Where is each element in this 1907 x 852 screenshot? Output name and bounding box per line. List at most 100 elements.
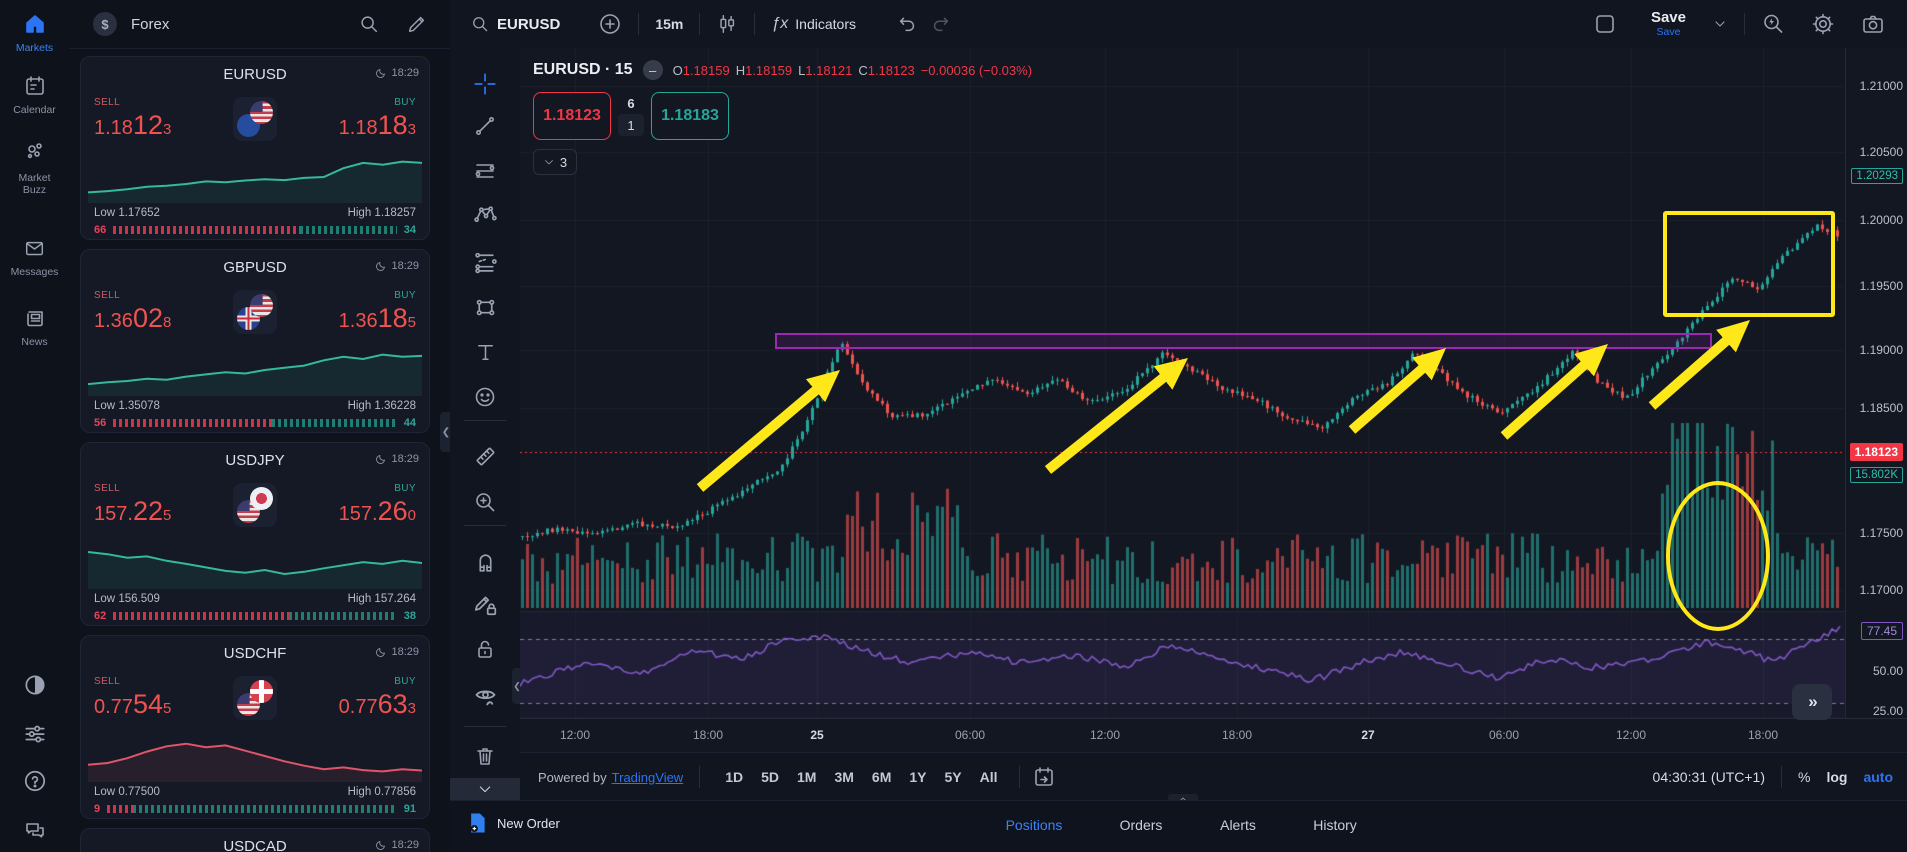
tool-forecast[interactable]: [450, 245, 520, 277]
chart-settings-button[interactable]: [1805, 8, 1841, 40]
tool-fib-retracement[interactable]: [450, 155, 520, 187]
candle-style-button[interactable]: [710, 9, 744, 39]
sidebar-item-market-buzz[interactable]: Market Buzz: [0, 140, 69, 196]
price-axis[interactable]: 1.21000 1.20500 1.20293 1.20000 1.19500 1.190…: [1845, 48, 1907, 752]
sell-quote-button[interactable]: SELL 1.18123: [94, 97, 171, 141]
add-symbol-button[interactable]: [592, 8, 628, 40]
tab-alerts[interactable]: Alerts: [1220, 817, 1256, 833]
percent-scale-button[interactable]: %: [1798, 769, 1810, 785]
sidebar-item-label: Markets: [15, 42, 54, 54]
resistance-zone-drawing[interactable]: [775, 333, 1712, 349]
tool-text[interactable]: [450, 336, 520, 368]
preferences-button[interactable]: [0, 720, 69, 749]
tool-magnet[interactable]: [450, 546, 520, 578]
candlestick-chart-canvas[interactable]: [520, 48, 1845, 718]
range-button[interactable]: 5D: [761, 769, 779, 785]
session-time: 18:29: [375, 839, 419, 851]
log-scale-button[interactable]: log: [1826, 769, 1847, 785]
help-button[interactable]: [0, 768, 69, 797]
time-axis[interactable]: 12:00 18:00 25 06:00 12:00 18:00 27 06:00 12:00 1…: [520, 718, 1907, 753]
range-button[interactable]: 5Y: [945, 769, 962, 785]
time-axis-label: 18:00: [692, 728, 724, 742]
new-order-button[interactable]: New Order: [468, 811, 560, 835]
moon-icon: [376, 841, 386, 850]
toolbar-scroll-down-button[interactable]: [450, 778, 520, 800]
redo-button[interactable]: [924, 9, 958, 39]
tool-crosshair[interactable]: [450, 68, 520, 100]
symbol-search-button[interactable]: EURUSD: [464, 10, 566, 38]
watchlist-card[interactable]: USDCAD 18:29: [80, 828, 430, 852]
watchlist-card[interactable]: USDCHF 18:29 SELL 0.77545 BUY 0.77633 Low …: [80, 635, 430, 819]
auto-scale-button[interactable]: auto: [1863, 769, 1893, 785]
tab-orders[interactable]: Orders: [1120, 817, 1163, 833]
chevron-down-icon: [479, 786, 491, 793]
tradingview-link[interactable]: TradingView: [612, 770, 684, 785]
range-button[interactable]: 1Y: [909, 769, 926, 785]
tab-history[interactable]: History: [1313, 817, 1357, 833]
sidebar-item-markets[interactable]: Markets: [0, 12, 69, 54]
sell-quote-button[interactable]: SELL 0.77545: [94, 676, 171, 720]
undo-button[interactable]: [890, 9, 924, 39]
sentiment-bar: 9 91: [94, 803, 416, 815]
tool-remove-all[interactable]: [450, 740, 520, 772]
quick-search-button[interactable]: [1755, 8, 1791, 40]
volume-circle-drawing[interactable]: [1666, 481, 1770, 631]
edit-icon[interactable]: [406, 13, 428, 35]
breakout-rectangle-drawing[interactable]: [1663, 211, 1835, 317]
range-button[interactable]: All: [980, 769, 998, 785]
range-button[interactable]: 3M: [834, 769, 853, 785]
indicators-button[interactable]: ƒx Indicators: [765, 11, 862, 37]
tool-zoom-in[interactable]: [450, 486, 520, 518]
search-icon[interactable]: [358, 13, 380, 35]
tab-positions[interactable]: Positions: [1006, 817, 1063, 833]
tool-hide-all[interactable]: [450, 680, 520, 712]
price-axis-label: 1.18500: [1859, 401, 1903, 415]
timeframe-button[interactable]: 15m: [649, 12, 689, 36]
watchlist-panel: $ Forex EURUSD 18:29 SELL 1.18123 BUY 1.18…: [69, 0, 451, 852]
tool-xabcd-pattern[interactable]: [450, 199, 520, 231]
watchlist-card[interactable]: GBPUSD 18:29 SELL 1.36028 BUY 1.36185 Low …: [80, 249, 430, 433]
snapshot-button[interactable]: [1855, 8, 1891, 40]
buy-quote-button[interactable]: BUY 0.77633: [339, 676, 416, 720]
save-menu-button[interactable]: [1706, 12, 1734, 36]
watchlist-card[interactable]: USDJPY 18:29 SELL 157.225 BUY 157.260 Low …: [80, 442, 430, 626]
theme-toggle-button[interactable]: [0, 672, 69, 701]
range-button[interactable]: 1M: [797, 769, 816, 785]
camera-icon: [1863, 15, 1883, 33]
sentiment-bar: 62 38: [94, 610, 416, 622]
chat-button[interactable]: [0, 818, 69, 845]
range-button[interactable]: 1D: [725, 769, 743, 785]
sidebar-item-calendar[interactable]: Calendar: [0, 74, 69, 116]
buy-quote-button[interactable]: BUY 1.36185: [339, 290, 416, 334]
buy-quote-button[interactable]: BUY 1.18183: [339, 97, 416, 141]
price-axis-label: 1.19500: [1859, 279, 1903, 293]
time-axis-label: 12:00: [1615, 728, 1647, 742]
market-buzz-icon: [27, 143, 42, 159]
sell-price: 1.18123: [94, 110, 172, 140]
buy-quote-button[interactable]: BUY 157.260: [339, 483, 416, 527]
watchlist-card[interactable]: EURUSD 18:29 SELL 1.18123 BUY 1.18183 Low …: [80, 56, 430, 240]
range-button[interactable]: 6M: [872, 769, 891, 785]
sell-quote-button[interactable]: SELL 1.36028: [94, 290, 171, 334]
low-value: Low 156.509: [94, 593, 160, 605]
tool-lock-all[interactable]: [450, 633, 520, 665]
tool-trend-line[interactable]: [450, 110, 520, 142]
drawings-count-button[interactable]: 3: [533, 149, 577, 175]
go-to-date-icon[interactable]: [1032, 765, 1056, 789]
tool-rectangle[interactable]: [450, 291, 520, 323]
sell-quote-button[interactable]: SELL 157.225: [94, 483, 171, 527]
fast-forward-button[interactable]: »: [1792, 684, 1832, 720]
save-button[interactable]: Save Save: [1645, 6, 1692, 42]
hide-indicator-button[interactable]: –: [642, 60, 663, 80]
sidebar-item-messages[interactable]: Messages: [0, 238, 69, 278]
chart-buy-button[interactable]: 1.18183: [651, 92, 729, 140]
chart-sell-button[interactable]: 1.18123: [533, 92, 611, 140]
tool-emoji[interactable]: [450, 381, 520, 413]
buy-price: 157.260: [338, 496, 416, 526]
tool-measure[interactable]: [450, 440, 520, 472]
layout-button[interactable]: [1587, 8, 1623, 40]
tool-drawing-sync-lock[interactable]: [450, 589, 520, 621]
server-clock[interactable]: 04:30:31 (UTC+1): [1653, 769, 1765, 785]
sidebar-item-news[interactable]: News: [0, 306, 69, 348]
sentiment-bar: 66 34: [94, 224, 416, 236]
